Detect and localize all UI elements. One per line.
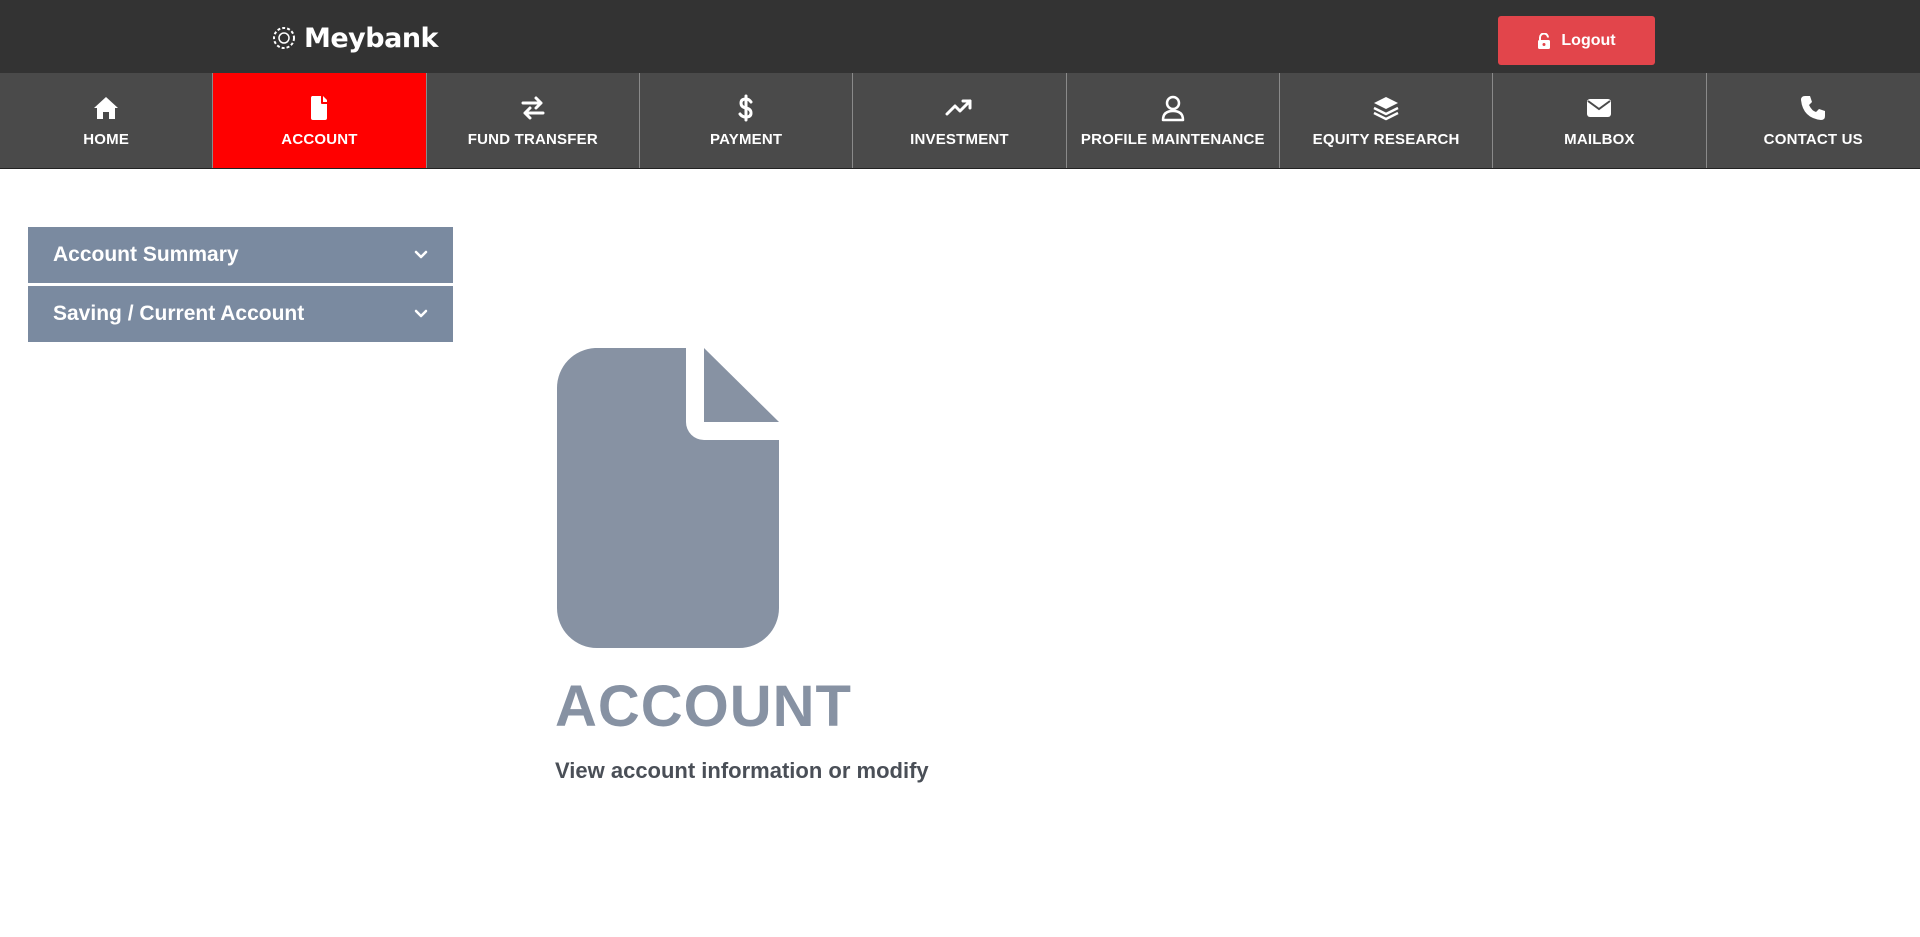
nav-label: MAILBOX [1564, 131, 1635, 148]
nav-mailbox[interactable]: MAILBOX [1493, 73, 1707, 168]
file-icon [304, 93, 334, 123]
phone-icon [1798, 93, 1828, 123]
nav-account[interactable]: ACCOUNT [213, 73, 427, 168]
nav-profile-maintenance[interactable]: PROFILE MAINTENANCE [1067, 73, 1280, 168]
logout-button[interactable]: Logout [1498, 16, 1655, 65]
nav-label: FUND TRANSFER [467, 131, 598, 148]
nav-fund-transfer[interactable]: FUND TRANSFER [427, 73, 640, 168]
chevron-down-icon [414, 250, 428, 259]
dollar-icon [731, 93, 761, 123]
nav-contact-us[interactable]: CONTACT US [1707, 73, 1920, 168]
trend-up-icon [944, 93, 974, 123]
lock-icon [1538, 32, 1551, 49]
logout-label: Logout [1561, 31, 1616, 49]
account-sidebar: Account Summary Saving / Current Account [28, 227, 453, 345]
page-title: ACCOUNT [555, 674, 852, 739]
nav-label: CONTACT US [1763, 131, 1863, 148]
layers-icon [1371, 93, 1401, 123]
nav-label: PROFILE MAINTENANCE [1080, 131, 1265, 148]
file-icon [556, 348, 779, 648]
sidebar-item-label: Saving / Current Account [53, 302, 305, 325]
sidebar-item-label: Account Summary [53, 243, 239, 266]
nav-label: INVESTMENT [910, 131, 1009, 148]
nav-label: HOME [83, 131, 130, 148]
nav-equity-research[interactable]: EQUITY RESEARCH [1280, 73, 1494, 168]
nav-investment[interactable]: INVESTMENT [853, 73, 1067, 168]
nav-payment[interactable]: PAYMENT [640, 73, 854, 168]
transfer-arrows-icon [518, 93, 548, 123]
page-subtitle: View account information or modify [555, 758, 929, 783]
nav-label: PAYMENT [710, 131, 783, 148]
nav-label: ACCOUNT [281, 131, 358, 148]
sidebar-item-account-summary[interactable]: Account Summary [28, 227, 453, 283]
user-icon [1158, 93, 1188, 123]
main-nav: HOME ACCOUNT FUND TRANSFER PAYMENT INVES… [0, 73, 1920, 169]
brand-logo[interactable]: Meybank [270, 18, 439, 58]
envelope-icon [1584, 93, 1614, 123]
chevron-down-icon [414, 309, 428, 318]
top-bar: Meybank Logout [0, 0, 1920, 73]
home-icon [91, 93, 121, 123]
account-hero: ACCOUNT View account information or modi… [555, 346, 929, 784]
tiger-logo-icon [270, 24, 298, 52]
brand-name: Meybank [304, 22, 439, 54]
nav-label: EQUITY RESEARCH [1312, 131, 1460, 148]
sidebar-item-saving-current-account[interactable]: Saving / Current Account [28, 286, 453, 342]
nav-home[interactable]: HOME [0, 73, 214, 168]
